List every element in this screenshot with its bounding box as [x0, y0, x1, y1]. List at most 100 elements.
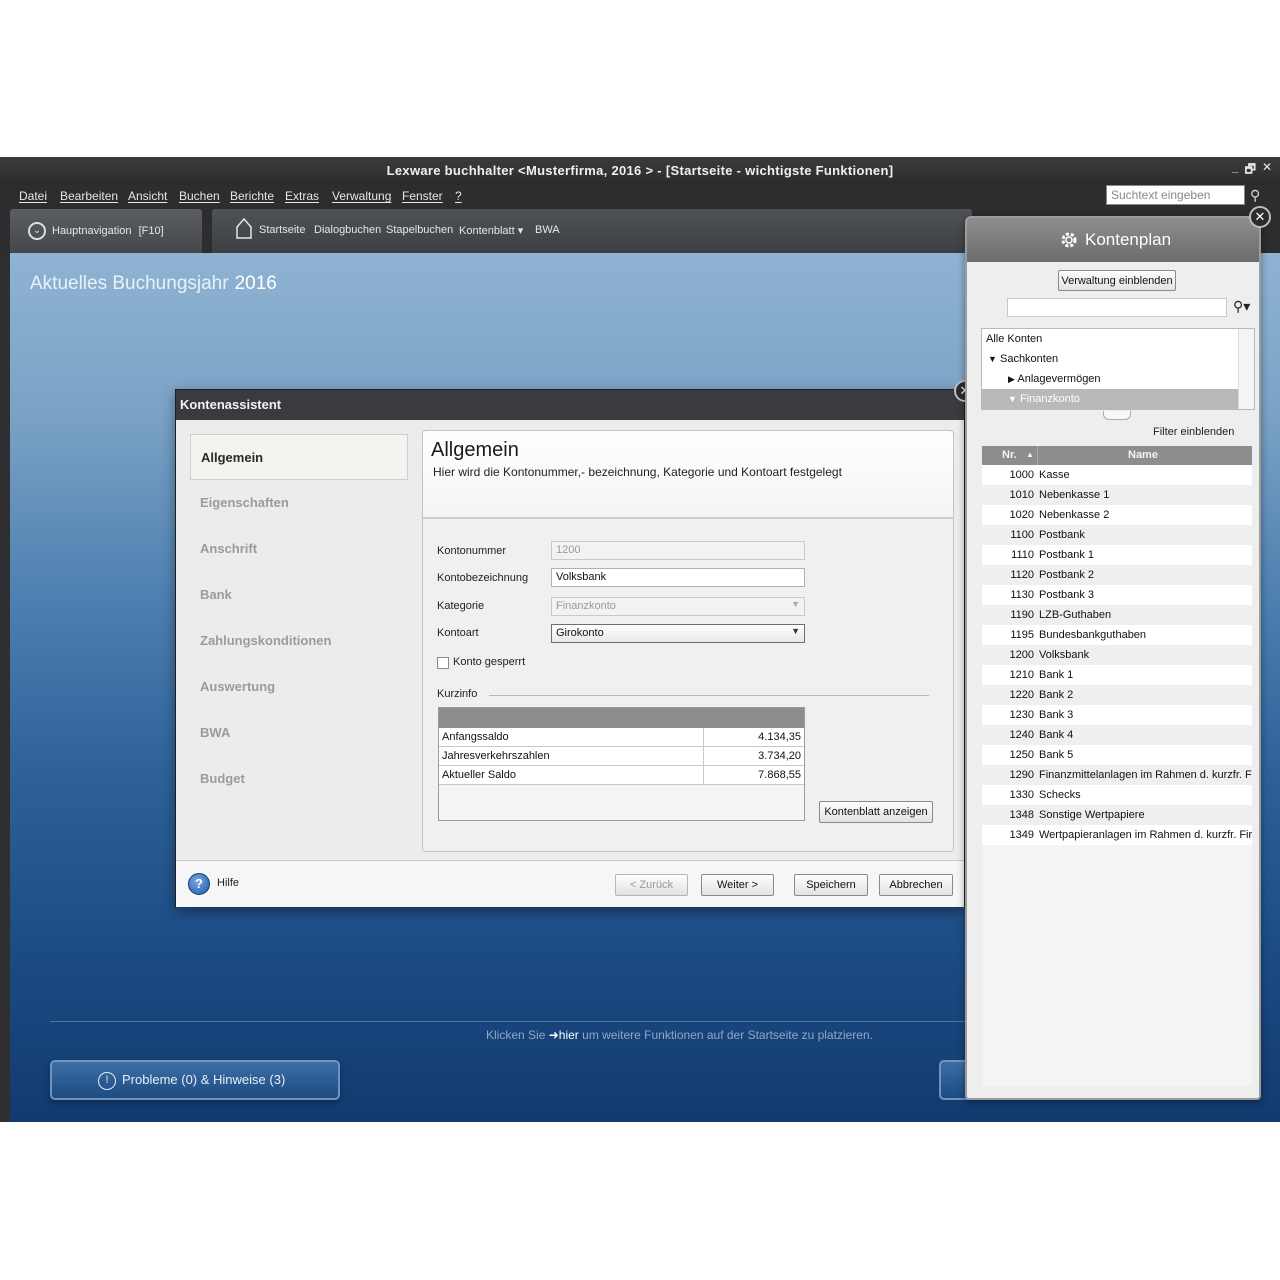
table-row[interactable]: 1230 Bank 3 — [982, 705, 1252, 725]
tree-item-finanzkonto[interactable]: ▼ Finanzkonto — [982, 389, 1238, 409]
table-row[interactable]: 1130 Postbank 3 — [982, 585, 1252, 605]
chevron-down-icon: ▼ — [791, 599, 800, 609]
nav-bwa[interactable]: BWA — [190, 710, 408, 756]
table-row[interactable]: 1220 Bank 2 — [982, 685, 1252, 705]
table-row[interactable]: 1020 Nebenkasse 2 — [982, 505, 1252, 525]
nav-eigenschaften[interactable]: Eigenschaften — [190, 480, 408, 526]
menu-datei[interactable]: Datei — [19, 189, 47, 203]
table-row[interactable]: 1250 Bank 5 — [982, 745, 1252, 765]
table-row[interactable]: 1190 LZB-Guthaben — [982, 605, 1252, 625]
table-row[interactable]: 1240 Bank 4 — [982, 725, 1252, 745]
table-row[interactable]: 1000 Kasse — [982, 465, 1252, 485]
hint-link[interactable]: hier — [559, 1028, 579, 1042]
filter-einblenden-link[interactable]: Filter einblenden — [1153, 426, 1234, 438]
startseite-hint: Klicken Sie ➜hier um weitere Funktionen … — [486, 1028, 873, 1042]
table-row[interactable]: 1200 Volksbank — [982, 645, 1252, 665]
hauptnavigation-button[interactable]: ⌄ Hauptnavigation [F10] — [10, 209, 202, 253]
column-divider — [703, 747, 704, 766]
verwaltung-einblenden-button[interactable]: Verwaltung einblenden — [1058, 270, 1176, 291]
hint-text-before: Klicken Sie — [486, 1028, 546, 1042]
menu-buchen[interactable]: Buchen — [179, 189, 220, 203]
kontenblatt-anzeigen-button[interactable]: Kontenblatt anzeigen — [819, 801, 933, 823]
kontenplan-header: Kontenplan — [967, 218, 1259, 262]
menu-berichte[interactable]: Berichte — [230, 189, 274, 203]
kontenplan-search-input[interactable] — [1007, 298, 1227, 317]
help-label[interactable]: Hilfe — [217, 877, 239, 889]
account-name: LZB-Guthaben — [1039, 609, 1112, 621]
shortcut-dialogbuchen[interactable]: Dialogbuchen — [314, 224, 381, 236]
back-button[interactable]: < Zurück — [615, 874, 688, 896]
account-name: Volksbank — [1039, 649, 1090, 661]
table-row[interactable]: 1195 Bundesbankguthaben — [982, 625, 1252, 645]
chevron-down-circle-icon: ⌄ — [28, 222, 46, 240]
table-row[interactable]: 1120 Postbank 2 — [982, 565, 1252, 585]
table-row[interactable]: 1330 Schecks — [982, 785, 1252, 805]
tree-item-alle-konten[interactable]: Alle Konten — [982, 329, 1238, 349]
probleme-label: Probleme (0) & Hinweise (3) — [122, 1072, 286, 1087]
kontenplan-close-icon[interactable]: ✕ — [1249, 206, 1271, 228]
menu-help[interactable]: ? — [455, 189, 462, 203]
search-icon[interactable]: ⚲ — [1250, 187, 1260, 204]
konto-gesperrt-checkbox[interactable] — [437, 657, 449, 669]
splitter-grip[interactable] — [1103, 411, 1131, 420]
konto-gesperrt-label: Konto gesperrt — [453, 656, 526, 668]
search-icon[interactable]: ⚲▾ — [1233, 298, 1250, 315]
menu-extras[interactable]: Extras — [285, 189, 319, 203]
nav-zahlungskonditionen[interactable]: Zahlungskonditionen — [190, 618, 408, 664]
shortcut-stapelbuchen[interactable]: Stapelbuchen — [386, 224, 453, 236]
dialog-navigation: Allgemein Eigenschaften Anschrift Bank Z… — [190, 434, 408, 802]
kontobezeichnung-field[interactable]: Volksbank — [551, 568, 805, 587]
save-button[interactable]: Speichern — [794, 874, 868, 896]
nav-budget[interactable]: Budget — [190, 756, 408, 802]
kategorie-value: Finanzkonto — [556, 600, 616, 612]
cancel-button[interactable]: Abbrechen — [879, 874, 953, 896]
minimize-icon[interactable]: _ — [1232, 160, 1239, 181]
table-row[interactable]: 1349 Wertpapieranlagen im Rahmen d. kurzf… — [982, 825, 1252, 845]
nav-anschrift[interactable]: Anschrift — [190, 526, 408, 572]
home-icon[interactable] — [236, 217, 252, 239]
table-row[interactable]: 1100 Postbank — [982, 525, 1252, 545]
tree-item-anlagevermoegen[interactable]: ▶ Anlagevermögen — [982, 369, 1238, 389]
table-row[interactable]: 1290 Finanzmittelanlagen im Rahmen d. kur… — [982, 765, 1252, 785]
search-input[interactable]: Suchtext eingeben — [1106, 185, 1245, 205]
kurzinfo-label: Kurzinfo — [437, 688, 478, 700]
table-row[interactable]: 1010 Nebenkasse 1 — [982, 485, 1252, 505]
account-number: 1010 — [1009, 489, 1034, 501]
nav-bank[interactable]: Bank — [190, 572, 408, 618]
column-header-name[interactable]: Name — [1128, 449, 1158, 461]
nav-allgemein[interactable]: Allgemein — [190, 434, 408, 480]
table-row[interactable]: 1210 Bank 1 — [982, 665, 1252, 685]
chevron-down-icon: ▼ — [791, 626, 800, 636]
tree-scrollbar[interactable] — [1238, 329, 1254, 409]
next-button[interactable]: Weiter > — [701, 874, 774, 896]
menu-fenster[interactable]: Fenster — [402, 189, 443, 203]
column-divider — [703, 728, 704, 747]
expanded-icon: ▼ — [988, 354, 997, 364]
help-icon[interactable]: ? — [188, 873, 210, 895]
table-row[interactable]: 1348 Sonstige Wertpapiere — [982, 805, 1252, 825]
column-header-nr[interactable]: Nr. — [1002, 449, 1017, 461]
restore-icon[interactable]: 🗗 — [1245, 160, 1256, 181]
close-icon[interactable]: ✕ — [1262, 160, 1272, 181]
account-number: 1120 — [1010, 569, 1034, 581]
probleme-hinweise-button[interactable]: ! Probleme (0) & Hinweise (3) — [50, 1060, 340, 1100]
nav-auswertung[interactable]: Auswertung — [190, 664, 408, 710]
menu-verwaltung[interactable]: Verwaltung — [332, 189, 391, 203]
tree-item-sachkonten[interactable]: ▼ Sachkonten — [982, 349, 1238, 369]
kontoart-value: Girokonto — [556, 627, 604, 639]
kurzinfo-row-label: Anfangssaldo — [442, 731, 509, 743]
kontenassistent-dialog: Kontenassistent ✕ Allgemein Eigenschafte… — [175, 380, 976, 907]
account-number: 1348 — [1009, 809, 1034, 821]
account-name: Wertpapieranlagen im Rahmen d. kurzfr. F… — [1039, 829, 1252, 841]
menu-ansicht[interactable]: Ansicht — [128, 189, 167, 203]
account-number: 1220 — [1009, 689, 1034, 701]
kurzinfo-divider — [489, 695, 929, 696]
table-row[interactable]: 1110 Postbank 1 — [982, 545, 1252, 565]
menu-bearbeiten[interactable]: Bearbeiten — [60, 189, 118, 203]
kontoart-select[interactable]: Girokonto ▼ — [551, 624, 805, 643]
konten-table: Nr. ▲ Name 1000 Kasse 1010 Nebenkasse 1 1020… — [982, 446, 1252, 1086]
kategorie-label: Kategorie — [437, 600, 485, 612]
shortcut-startseite[interactable]: Startseite — [259, 224, 305, 236]
shortcut-bwa[interactable]: BWA — [535, 224, 560, 236]
shortcut-kontenblatt[interactable]: Kontenblatt ▾ — [459, 224, 523, 237]
